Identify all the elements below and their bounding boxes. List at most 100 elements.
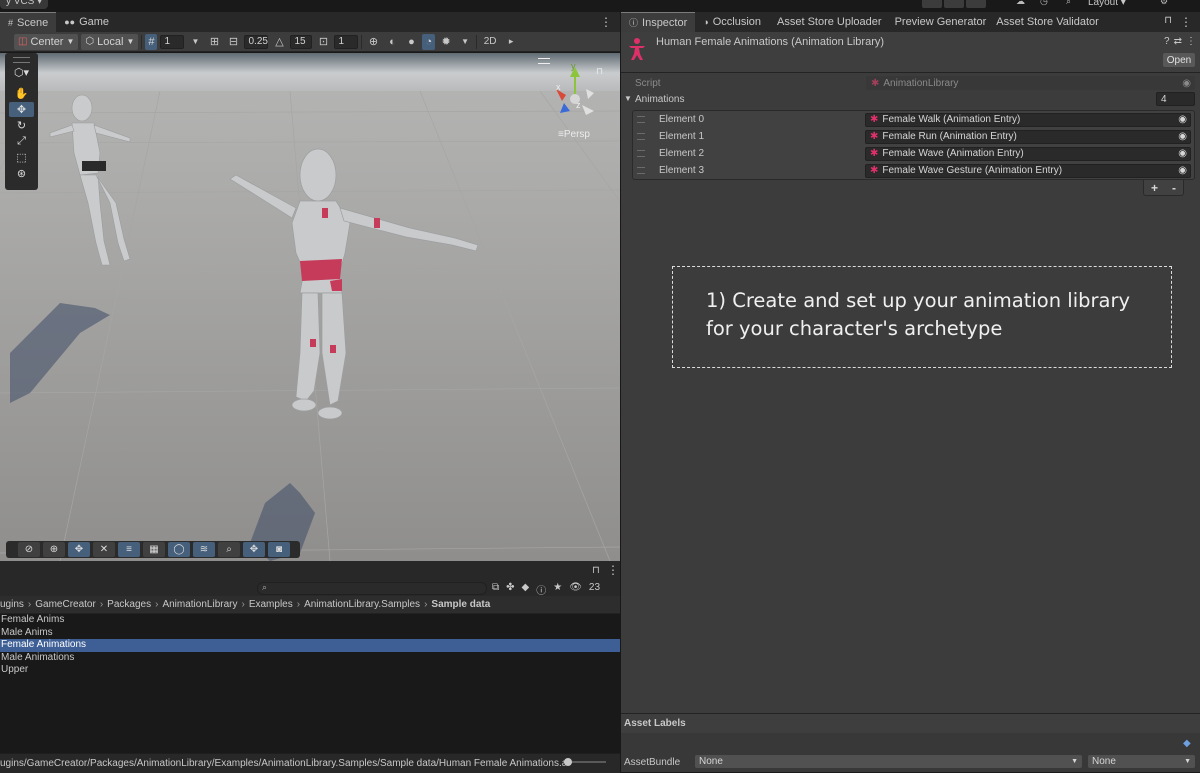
list-item-selected[interactable]: Female Animations [0,639,620,652]
transform-tool-icon[interactable]: ⊛ [9,166,34,181]
grid-icon[interactable]: ▦ [143,542,165,557]
scene-viewport[interactable] [0,53,620,561]
fx-icon[interactable]: ✹ [438,34,454,50]
step-button[interactable] [966,0,986,8]
chevron-down-icon[interactable]: ▼ [187,34,203,50]
scale-snap-field[interactable]: 1 [334,34,359,49]
breadcrumb-current[interactable]: Sample data [431,599,490,610]
lock-icon[interactable]: ⊓ [1164,12,1180,32]
asset-labels-header[interactable]: Asset Labels [621,713,1200,733]
list-item[interactable]: Male Animations [0,652,620,665]
move-icon[interactable]: ✥ [68,542,90,557]
open-button[interactable]: Open [1163,53,1195,67]
overflow-icon[interactable]: ▸ [503,34,519,50]
icon-size-slider-track[interactable] [568,761,606,763]
tab-inspector[interactable]: ⓘ Inspector [621,12,696,32]
context-menu-icon[interactable]: ⋮ [1186,36,1196,47]
hand-tool-icon[interactable]: ✋ [9,86,34,101]
layout-dropdown[interactable]: Layout ▾ [1088,0,1126,8]
animations-label[interactable]: Animations [635,94,684,105]
rotate-tool-icon[interactable]: ↻ [9,118,34,133]
camera-icon[interactable]: ◙ [268,542,290,557]
play-button[interactable] [922,0,942,8]
settings-icon[interactable]: ⚙ [1160,0,1168,7]
increment-snap-icon[interactable]: ⊟ [225,34,241,50]
preset-icon[interactable]: ⇄ [1174,36,1182,47]
search-icon[interactable]: ⌕ [1066,0,1071,7]
compass-icon[interactable]: ⊘ [18,542,40,557]
tab-game[interactable]: ●● Game [56,12,117,32]
history-icon[interactable]: ◷ [1040,0,1048,7]
remove-element-button[interactable]: - [1172,181,1176,195]
grid-toggle[interactable]: # [145,33,158,50]
object-picker-icon[interactable]: ◉ [1178,165,1187,176]
tab-occlusion[interactable]: ◑ Occlusion [695,12,769,32]
list-item[interactable]: Male Anims [0,627,620,640]
array-size-field[interactable]: 4 [1156,92,1195,106]
rotate-snap-field[interactable]: 15 [290,34,313,49]
breadcrumb-item[interactable]: AnimationLibrary.Samples [304,599,420,610]
project-search-input[interactable]: ⌕ [257,582,487,595]
mode-2d-toggle[interactable]: 2D [480,34,500,50]
list-item[interactable]: Female Anims [0,614,620,627]
filter-scene-icon[interactable]: ⧉ [492,582,499,597]
lighting-icon[interactable]: ● [403,34,419,50]
grid-size-field[interactable]: 1 [160,34,185,49]
sliders-icon[interactable]: ≡ [118,542,140,557]
assetbundle-dropdown[interactable]: None ▼ [695,755,1082,768]
layers-icon[interactable]: ≋ [193,542,215,557]
scale-snap-icon[interactable]: ⊡ [315,34,331,50]
list-item[interactable]: Upper [0,664,620,677]
scale-tool-icon[interactable]: ⤢ [9,134,34,149]
rotate-snap-icon[interactable]: △ [271,34,287,50]
variant-dropdown[interactable]: None ▼ [1088,755,1195,768]
vcs-dropdown[interactable]: y VCS ▾ [0,0,49,9]
filter-type-icon[interactable]: ✤ [506,582,514,597]
scene-menu-icon[interactable] [538,58,550,64]
tab-asset-store-validator[interactable]: Asset Store Validator [991,12,1104,32]
eye-icon[interactable]: 👁 [569,582,582,597]
drag-handle-icon[interactable] [637,150,645,157]
object-picker-icon[interactable]: ◉ [1178,131,1187,142]
bones-icon[interactable]: ✕ [93,542,115,557]
tab-preview-generator[interactable]: Preview Generator [890,12,992,32]
gizmo-icon[interactable]: ⊕ [365,34,381,50]
object-picker-icon[interactable]: ◉ [1178,114,1187,125]
space-dropdown[interactable]: ⬡ Local ▼ [81,33,139,50]
breadcrumb-item[interactable]: AnimationLibrary [162,599,237,610]
breadcrumb-item[interactable]: Packages [107,599,151,610]
cloud-icon[interactable]: ☁ [1016,0,1025,7]
breadcrumb-item[interactable]: Examples [249,599,293,610]
pause-button[interactable] [944,0,964,8]
view-cube-icon[interactable]: ⬡▾ [9,65,34,80]
element-object-field[interactable]: ✱ Female Run (Animation Entry) ◉ [865,129,1191,144]
favorite-icon[interactable]: ★ [553,582,562,597]
element-object-field[interactable]: ✱ Female Wave Gesture (Animation Entry) … [865,163,1191,178]
label-tag-icon[interactable]: ◆ [1183,738,1191,749]
shading-icon[interactable]: ◐ [384,34,400,50]
drag-handle[interactable] [13,57,30,63]
tab-scene[interactable]: # Scene [0,12,57,32]
foldout-arrow-icon[interactable]: ▼ [624,94,632,103]
element-object-field[interactable]: ✱ Female Walk (Animation Entry) ◉ [865,112,1191,127]
lock-icon[interactable]: ⊓ [596,66,603,77]
inspector-menu-icon[interactable]: ⋮ [1180,12,1200,32]
chevron-down-icon[interactable]: ▼ [457,34,473,50]
drag-handle-icon[interactable] [637,167,645,174]
zoom-icon[interactable]: ⌕ [218,542,240,557]
scene-menu-icon[interactable]: ⋮ [600,12,620,32]
effects-toggle[interactable]: ◔ [422,33,436,50]
snap-icon[interactable]: ⊞ [206,34,222,50]
pan-icon[interactable]: ✥ [243,542,265,557]
drag-handle-icon[interactable] [637,116,645,123]
icon-size-slider-handle[interactable] [564,758,572,766]
pivot-dropdown[interactable]: ◫ Center ▼ [14,33,79,50]
rotate-icon[interactable]: ◯ [168,542,190,557]
drag-handle-icon[interactable] [637,133,645,140]
tab-asset-store-uploader[interactable]: Asset Store Uploader [769,12,890,32]
breadcrumb-item[interactable]: GameCreator [35,599,96,610]
lock-icon[interactable]: ⊓ [592,565,600,576]
move-tool-icon[interactable]: ✥ [9,102,34,117]
project-menu-icon[interactable]: ⋮ [607,563,619,577]
projection-label[interactable]: ≡Persp [558,129,590,140]
